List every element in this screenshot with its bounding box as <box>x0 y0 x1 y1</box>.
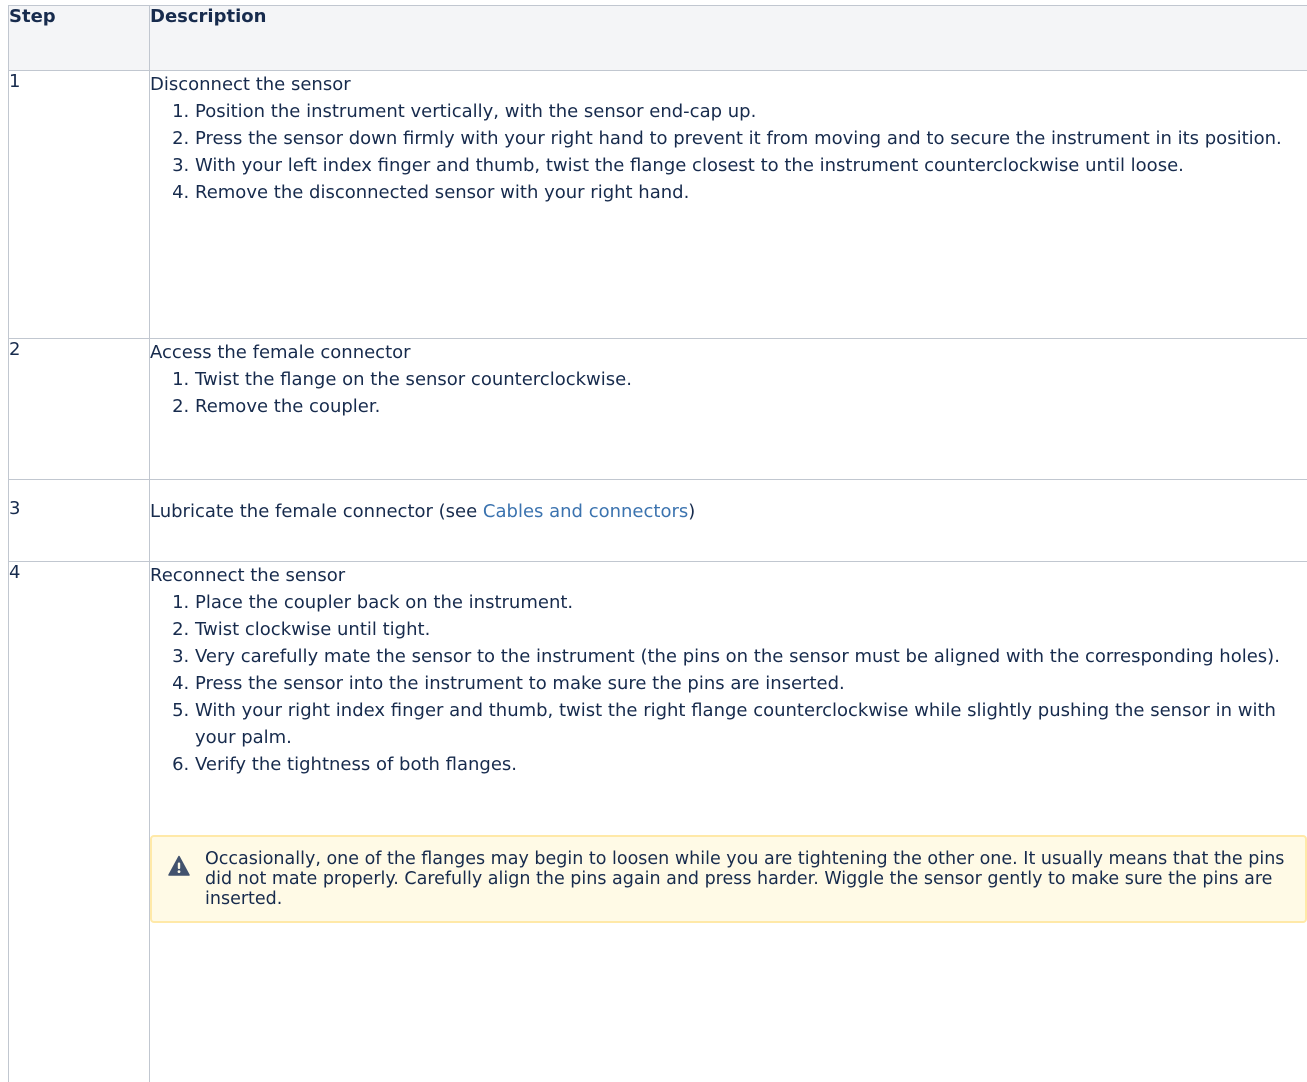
table-row: 1 Disconnect the sensor Position the ins… <box>9 71 1307 339</box>
list-item: Press the sensor down firmly with your r… <box>195 125 1307 152</box>
list-item: Twist clockwise until tight. <box>195 616 1307 643</box>
warning-text: Occasionally, one of the flanges may beg… <box>205 849 1289 909</box>
substep-list: Place the coupler back on the instrument… <box>150 589 1307 778</box>
step-description: Disconnect the sensor Position the instr… <box>150 71 1307 339</box>
list-item: Press the sensor into the instrument to … <box>195 670 1307 697</box>
list-item: Very carefully mate the sensor to the in… <box>195 643 1307 670</box>
step-number: 4 <box>9 562 150 1082</box>
table-row: 3 Lubricate the female connector (see Ca… <box>9 480 1307 562</box>
step-title: Reconnect the sensor <box>150 562 1307 589</box>
warning-triangle-icon <box>168 855 190 877</box>
table-header-row: Step Description <box>9 6 1307 71</box>
table-row: 4 Reconnect the sensor Place the coupler… <box>9 562 1307 1082</box>
list-item: Verify the tightness of both flanges. <box>195 751 1307 778</box>
warning-panel: Occasionally, one of the flanges may beg… <box>150 835 1307 923</box>
list-item: Place the coupler back on the instrument… <box>195 589 1307 616</box>
step-number: 2 <box>9 339 150 480</box>
step-description: Reconnect the sensor Place the coupler b… <box>150 562 1307 1082</box>
list-item: Twist the flange on the sensor countercl… <box>195 366 1307 393</box>
substep-list: Twist the flange on the sensor countercl… <box>150 366 1307 420</box>
cables-and-connectors-link[interactable]: Cables and connectors <box>483 501 688 522</box>
substep-list: Position the instrument vertically, with… <box>150 98 1307 206</box>
procedure-table: Step Description 1 Disconnect the sensor… <box>8 5 1307 1082</box>
table-row: 2 Access the female connector Twist the … <box>9 339 1307 480</box>
step-title-prefix: Lubricate the female connector (see <box>150 501 483 522</box>
step-title: Disconnect the sensor <box>150 71 1307 98</box>
column-header-step: Step <box>9 6 150 71</box>
step-description: Access the female connector Twist the fl… <box>150 339 1307 480</box>
step-title: Lubricate the female connector (see Cabl… <box>150 498 1307 525</box>
step-number: 1 <box>9 71 150 339</box>
column-header-description: Description <box>150 6 1307 71</box>
step-title-suffix: ) <box>688 501 695 522</box>
list-item: With your left index finger and thumb, t… <box>195 152 1307 179</box>
list-item: Remove the coupler. <box>195 393 1307 420</box>
list-item: Position the instrument vertically, with… <box>195 98 1307 125</box>
list-item: Remove the disconnected sensor with your… <box>195 179 1307 206</box>
step-description: Lubricate the female connector (see Cabl… <box>150 480 1307 562</box>
step-number: 3 <box>9 480 150 562</box>
list-item: With your right index finger and thumb, … <box>195 697 1307 751</box>
step-title: Access the female connector <box>150 339 1307 366</box>
